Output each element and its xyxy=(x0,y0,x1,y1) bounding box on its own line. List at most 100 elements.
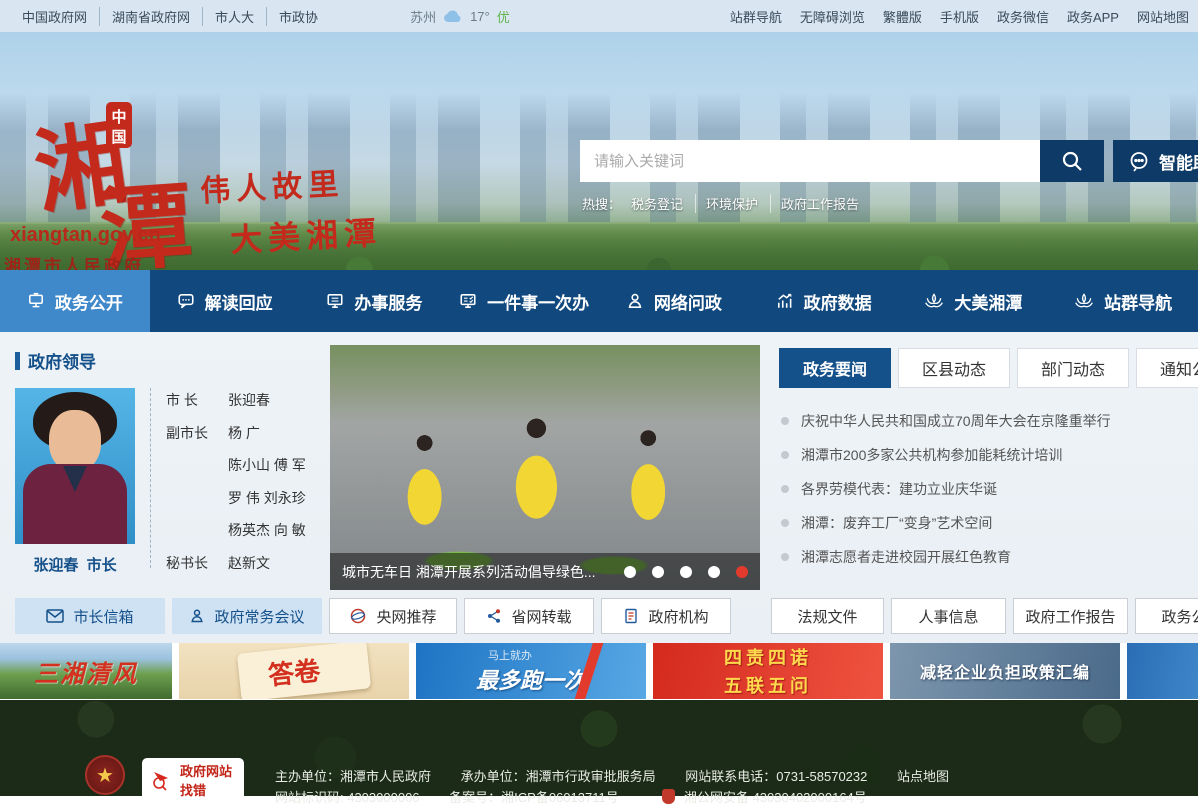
footer-sitemap-link[interactable]: 站点地图 xyxy=(897,769,949,784)
nav-item-beautiful-xiangtan[interactable]: 大美湘潭 xyxy=(899,270,1049,332)
logo-calligraphy: 湘 潭 中国 xiangtan.gov.cn 湘潭市人民政府 xyxy=(34,102,194,262)
leader-names: 陈小山 傅 军 xyxy=(228,455,306,475)
top-links: 中国政府网 湖南省政府网 市人大 市政协 xyxy=(10,7,330,26)
leader-row[interactable]: 杨英杰 向 敏 xyxy=(166,520,326,540)
banner-strip: 三湘清风 答卷 马上就办最多跑一次 四责四诺五联五问 减轻企业负担政策汇编 xyxy=(0,643,1198,699)
news-item-title: 湘潭：废弃工厂“变身”艺术空间 xyxy=(801,513,992,533)
carousel-caption-text[interactable]: 城市无车日 湘潭开展系列活动倡导绿色... xyxy=(342,562,596,582)
carousel-dot[interactable] xyxy=(708,566,720,578)
leader-row[interactable]: 秘书长赵新文 xyxy=(166,553,326,573)
leader-row[interactable]: 副市长杨 广 xyxy=(166,423,326,443)
nav-item-services[interactable]: 办事服务 xyxy=(300,270,450,332)
leader-list: 市 长张迎春 副市长杨 广 陈小山 傅 军 罗 伟 刘永珍 杨英杰 向 敏 秘书… xyxy=(166,390,326,585)
nav-item-interpretation[interactable]: 解读回应 xyxy=(150,270,300,332)
footer-security-record: 湘公网安备 43030402000164号 xyxy=(684,790,867,805)
link-site-group-nav[interactable]: 站群导航 xyxy=(730,7,782,26)
hot-search-environment[interactable]: 环境保护 xyxy=(706,194,771,213)
link-china-gov[interactable]: 中国政府网 xyxy=(10,7,100,26)
nav-item-site-group-nav[interactable]: 站群导航 xyxy=(1048,270,1198,332)
headset-chat-icon xyxy=(1127,149,1151,173)
link-sitemap[interactable]: 网站地图 xyxy=(1137,7,1189,26)
leader-names: 罗 伟 刘永珍 xyxy=(228,488,306,508)
leader-photo-face xyxy=(49,410,101,472)
regulations-button[interactable]: 法规文件 xyxy=(771,598,884,634)
site-error-report-badge[interactable]: 政府网站 找错 xyxy=(142,758,244,804)
carousel-dot-active[interactable] xyxy=(736,566,748,578)
news-carousel[interactable]: 城市无车日 湘潭开展系列活动倡导绿色... xyxy=(330,345,760,590)
footer-site-id: 网站标识码: 4303000006 xyxy=(275,790,420,805)
link-gov-app[interactable]: 政务APP xyxy=(1067,7,1119,26)
executive-meeting-button[interactable]: 政府常务会议 xyxy=(172,598,322,634)
banner-sanxiang-qingfeng[interactable]: 三湘清风 xyxy=(0,643,172,699)
tab-gov-news[interactable]: 政务要闻 xyxy=(779,348,891,388)
gov-agencies-button[interactable]: 政府机构 xyxy=(601,598,731,634)
chat-icon xyxy=(177,292,195,310)
tab-district-news[interactable]: 区县动态 xyxy=(898,348,1010,388)
tab-department-news[interactable]: 部门动态 xyxy=(1017,348,1129,388)
hot-search-work-report[interactable]: 政府工作报告 xyxy=(781,194,871,213)
link-hunan-gov[interactable]: 湖南省政府网 xyxy=(100,7,203,26)
hot-search-row: 热搜： 税务登记 环境保护 政府工作报告 xyxy=(582,194,881,213)
news-item-title: 庆祝中华人民共和国成立70周年大会在京隆重举行 xyxy=(801,411,1111,431)
nav-item-gov-data[interactable]: 政府数据 xyxy=(749,270,899,332)
link-accessibility[interactable]: 无障碍浏览 xyxy=(800,7,865,26)
nav-item-online-politics[interactable]: 网络问政 xyxy=(599,270,749,332)
leader-row[interactable]: 市 长张迎春 xyxy=(166,390,326,410)
tab-notices[interactable]: 通知公告 xyxy=(1136,348,1198,388)
news-item[interactable]: 湘潭志愿者走进校园开展红色教育 xyxy=(781,540,1191,574)
leader-row[interactable]: 陈小山 傅 军 xyxy=(166,455,326,475)
leaders-section-header: 政府领导 xyxy=(15,348,96,373)
banner-four-duties[interactable]: 四责四诺五联五问 xyxy=(653,643,883,699)
mayor-mailbox-button[interactable]: 市长信箱 xyxy=(15,598,165,634)
search-input[interactable] xyxy=(580,140,1040,182)
nav-label: 政府数据 xyxy=(804,289,872,314)
work-report-button[interactable]: 政府工作报告 xyxy=(1013,598,1128,634)
news-list: 庆祝中华人民共和国成立70周年大会在京隆重举行 湘潭市200多家公共机构参加能耗… xyxy=(781,404,1191,574)
footer-organizer: 承办单位：湘潭市行政审批服务局 xyxy=(461,769,656,784)
link-mobile-version[interactable]: 手机版 xyxy=(940,7,979,26)
leader-row[interactable]: 罗 伟 刘永珍 xyxy=(166,488,326,508)
nav-item-one-thing-once[interactable]: 一件事一次办 xyxy=(449,270,599,332)
provincial-repost-button[interactable]: 省网转载 xyxy=(464,598,594,634)
leader-photo[interactable] xyxy=(15,388,135,544)
news-item[interactable]: 湘潭：废弃工厂“变身”艺术空间 xyxy=(781,506,1191,540)
link-city-npc[interactable]: 市人大 xyxy=(203,7,267,26)
carousel-dot[interactable] xyxy=(652,566,664,578)
weather-quality: 优 xyxy=(497,7,510,26)
quick-link-label: 政务公开 xyxy=(1161,606,1198,627)
search-button[interactable] xyxy=(1040,140,1104,182)
smart-assistant-button[interactable]: 智能助手 xyxy=(1113,140,1198,182)
personnel-info-button[interactable]: 人事信息 xyxy=(891,598,1006,634)
leader-names: 赵新文 xyxy=(228,553,270,573)
news-item-title: 各界劳模代表：建功立业庆华诞 xyxy=(801,479,997,499)
bullet-icon xyxy=(781,485,789,493)
carousel-dot[interactable] xyxy=(624,566,636,578)
finder-badge-line2: 找错 xyxy=(180,781,232,801)
banner-title: 最多跑一次 xyxy=(476,663,586,695)
gov-openness-button[interactable]: 政务公开 xyxy=(1135,598,1198,634)
link-city-cppcc[interactable]: 市政协 xyxy=(267,7,330,26)
banner-run-once[interactable]: 马上就办最多跑一次 xyxy=(416,643,646,699)
news-item[interactable]: 庆祝中华人民共和国成立70周年大会在京隆重举行 xyxy=(781,404,1191,438)
carousel-dot[interactable] xyxy=(680,566,692,578)
link-gov-wechat[interactable]: 政务微信 xyxy=(997,7,1049,26)
weather-temp: 17° xyxy=(470,9,490,24)
bullet-icon xyxy=(781,519,789,527)
central-web-picks-button[interactable]: 央网推荐 xyxy=(329,598,457,634)
link-traditional-chinese[interactable]: 繁體版 xyxy=(883,7,922,26)
nav-item-gov-info[interactable]: 政务公开 xyxy=(0,270,150,332)
bullet-icon xyxy=(781,417,789,425)
national-emblem-icon[interactable]: ★ xyxy=(85,755,125,795)
news-item[interactable]: 湘潭市200多家公共机构参加能耗统计培训 xyxy=(781,438,1191,472)
carousel-caption-bar: 城市无车日 湘潭开展系列活动倡导绿色... xyxy=(330,553,760,590)
banner-reduce-burden[interactable]: 减轻企业负担政策汇编 xyxy=(890,643,1120,699)
nav-label: 站群导航 xyxy=(1104,289,1172,314)
site-logo[interactable]: 湘 潭 中国 xiangtan.gov.cn 湘潭市人民政府 伟人故里 大美湘潭 xyxy=(34,102,194,262)
hot-search-tax[interactable]: 税务登记 xyxy=(631,194,696,213)
banner-dajuan[interactable]: 答卷 xyxy=(179,643,409,699)
leader-photo-caption[interactable]: 张迎春 市长 xyxy=(15,554,135,575)
leader-names: 杨 广 xyxy=(228,423,260,443)
logo-org-name: 湘潭市人民政府 xyxy=(4,252,144,270)
news-item[interactable]: 各界劳模代表：建功立业庆华诞 xyxy=(781,472,1191,506)
banner-partial[interactable] xyxy=(1127,643,1198,699)
